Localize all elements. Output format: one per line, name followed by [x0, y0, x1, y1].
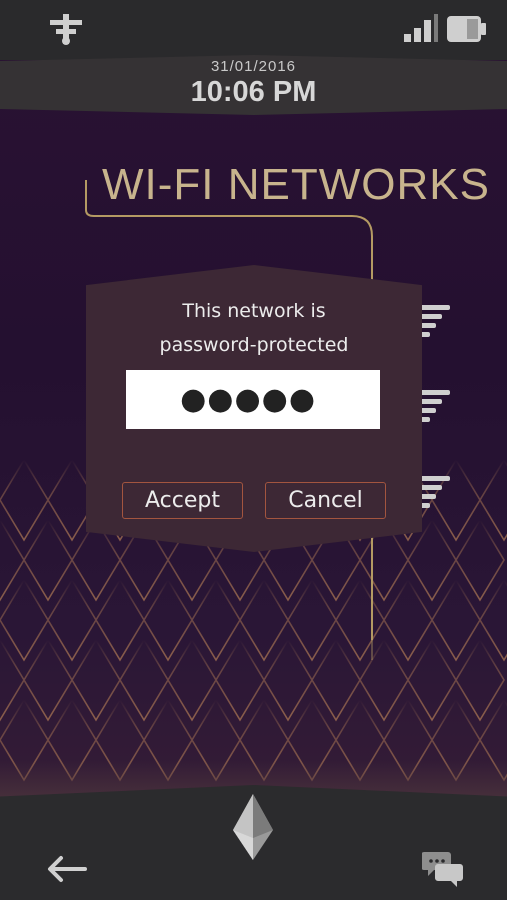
dialog-message-line2: password-protected: [159, 334, 349, 356]
cancel-button[interactable]: Cancel: [265, 482, 386, 519]
chat-bubbles-icon[interactable]: [422, 848, 466, 888]
wifi-network-icon[interactable]: [420, 305, 460, 345]
wifi-network-icon[interactable]: [420, 390, 460, 430]
wifi-network-icon[interactable]: [420, 476, 460, 516]
accept-button[interactable]: Accept: [122, 482, 243, 519]
dialog-message-line1: This network is: [182, 300, 326, 322]
crystal-home-icon[interactable]: [229, 792, 277, 862]
password-input[interactable]: ●●●●●: [126, 370, 380, 429]
phone-screen: 31/01/2016 10:06 PM WI-FI NETWORKS This …: [0, 0, 507, 900]
page-title: WI-FI NETWORKS: [102, 160, 490, 209]
password-dots: ●●●●●: [180, 382, 316, 417]
back-arrow-icon[interactable]: [45, 852, 89, 886]
